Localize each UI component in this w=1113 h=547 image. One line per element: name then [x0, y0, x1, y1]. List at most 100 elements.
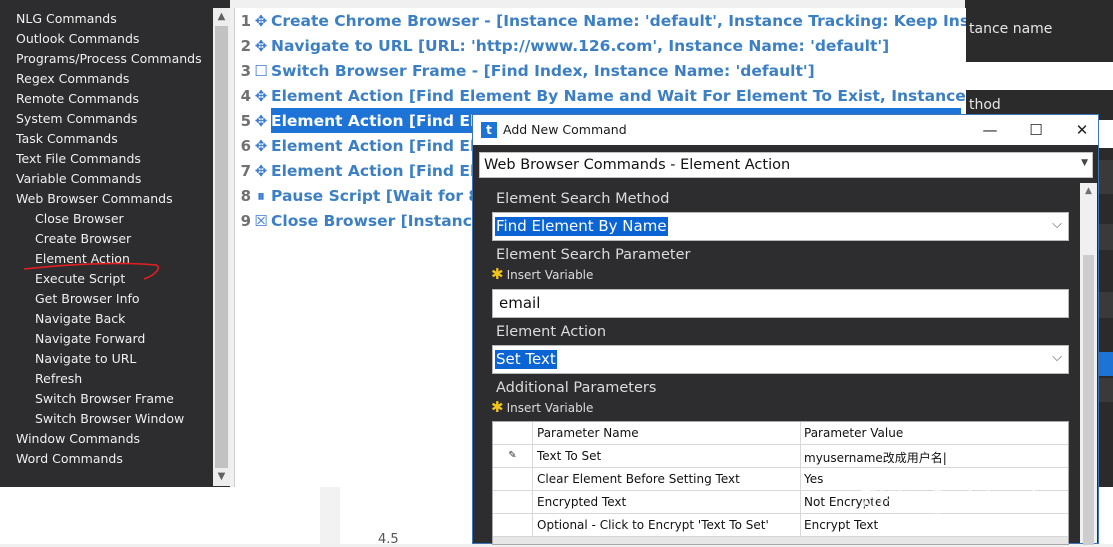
tree-item[interactable]: Navigate Back [0, 309, 212, 329]
tree-item[interactable]: Switch Browser Window [0, 409, 212, 429]
scroll-down-icon[interactable]: ▼ [213, 468, 230, 485]
tree-item[interactable]: Close Browser [0, 209, 212, 229]
line-number: 8 [240, 187, 251, 205]
maximize-button[interactable]: ☐ [1013, 118, 1059, 142]
chevron-down-icon: ⌵ [1052, 217, 1062, 232]
browser-action-icon: ✥ [254, 37, 268, 55]
line-number: 1 [240, 12, 251, 30]
script-row-text: Element Action [Find Elem [271, 162, 502, 180]
app-logo-icon: t [481, 122, 497, 138]
line-number: 4 [240, 87, 251, 105]
browser-action-icon: ✥ [254, 12, 268, 30]
edit-pencil-icon: ✎ [493, 445, 533, 468]
minimize-button[interactable]: — [967, 118, 1013, 142]
close-browser-icon: ☒ [254, 212, 268, 230]
scroll-thumb[interactable] [215, 26, 228, 468]
star-icon: ✱ [491, 398, 504, 416]
row-header-cell [493, 422, 533, 445]
script-row[interactable]: 2 ✥ Navigate to URL [URL: 'http://www.126.… [235, 33, 966, 58]
tree-item[interactable]: Task Commands [0, 129, 212, 149]
instance-name-field[interactable] [965, 62, 1113, 90]
column-header-parameter-value[interactable]: Parameter Value [804, 426, 1064, 440]
scroll-up-icon[interactable]: ▲ [213, 8, 230, 25]
grid-row[interactable]: ✎ Text To Set myusername改成用户名| [493, 445, 1068, 468]
additional-parameters-label: Additional Parameters [496, 380, 657, 396]
tree-item[interactable]: System Commands [0, 109, 212, 129]
script-row-text: Element Action [Find Elem [271, 112, 502, 130]
script-row-text: Create Chrome Browser - [Instance Name: … [271, 12, 966, 30]
tree-item[interactable]: Web Browser Commands [0, 189, 212, 209]
parameter-name-cell: Clear Element Before Setting Text [537, 472, 740, 486]
tree-item[interactable]: Outlook Commands [0, 29, 212, 49]
row-header-cell [493, 491, 533, 514]
tree-item[interactable]: Create Browser [0, 229, 212, 249]
instance-name-label: tance name [969, 21, 1053, 37]
background-page-gutter [320, 487, 340, 544]
insert-variable-link[interactable]: ✱ Insert Variable [491, 398, 593, 416]
line-number: 3 [240, 62, 251, 80]
search-method-combo[interactable]: Find Element By Name ⌵ [492, 212, 1069, 241]
star-icon: ✱ [491, 265, 504, 283]
parameter-name-cell: Text To Set [537, 449, 602, 463]
grid-header-row: Parameter Name Parameter Value [493, 422, 1068, 445]
line-number: 2 [240, 37, 251, 55]
command-tree-list: NLG Commands Outlook Commands Programs/Pro… [0, 9, 212, 469]
tree-item[interactable]: Word Commands [0, 449, 212, 469]
search-parameter-label: Element Search Parameter [496, 247, 691, 263]
command-type-select[interactable]: Web Browser Commands - Element Action ▼ [479, 152, 1093, 178]
tree-item[interactable]: NLG Commands [0, 9, 212, 29]
scroll-thumb[interactable] [1083, 255, 1094, 545]
dialog-scrollbar[interactable]: ▲ [1080, 183, 1097, 545]
browser-action-icon: ✥ [254, 137, 268, 155]
tree-item[interactable]: Switch Browser Frame [0, 389, 212, 409]
frame-icon: ☐ [254, 62, 268, 80]
browser-action-icon: ✥ [254, 112, 268, 130]
script-row-text: Navigate to URL [URL: 'http://www.126.co… [271, 37, 890, 55]
background-page-number: 4.5 [378, 532, 399, 547]
search-method-label: Element Search Method [496, 191, 670, 207]
element-action-label: Element Action [496, 324, 607, 340]
search-method-label: thod [969, 97, 1001, 113]
script-row[interactable]: 4 ✥ Element Action [Find Element By Name a… [235, 83, 966, 108]
line-number: 7 [240, 162, 251, 180]
chevron-down-icon: ▼ [1081, 158, 1088, 168]
parameter-value-cell[interactable]: myusername改成用户名| [804, 449, 1064, 466]
scroll-up-icon[interactable]: ▲ [1080, 183, 1097, 200]
grid-row[interactable]: Optional - Click to Encrypt 'Text To Set… [493, 514, 1068, 537]
tree-item[interactable]: Regex Commands [0, 69, 212, 89]
tree-item[interactable]: Remote Commands [0, 89, 212, 109]
script-row-text: Switch Browser Frame - [Find Index, Inst… [271, 62, 815, 80]
script-row[interactable]: 3 ☐ Switch Browser Frame - [Find Index, In… [235, 58, 966, 83]
dialog-titlebar[interactable]: t Add New Command — ☐ ✕ [473, 115, 1098, 145]
tree-item[interactable]: Variable Commands [0, 169, 212, 189]
column-header-parameter-name[interactable]: Parameter Name [537, 426, 799, 440]
close-button[interactable]: ✕ [1059, 118, 1105, 142]
browser-action-icon: ✥ [254, 87, 268, 105]
tree-item[interactable]: Navigate to URL [0, 349, 212, 369]
tree-item[interactable]: Get Browser Info [0, 289, 212, 309]
search-parameter-input[interactable]: email [492, 289, 1069, 318]
parameter-name-cell: Encrypted Text [537, 495, 627, 509]
column-separator [800, 514, 801, 537]
parameter-value-cell[interactable]: Encrypt Text [804, 518, 1064, 532]
chevron-down-icon: ⌵ [1052, 350, 1062, 365]
tree-item[interactable]: Text File Commands [0, 149, 212, 169]
script-row-text: Element Action [Find Element By Name and… [271, 87, 966, 105]
element-action-combo[interactable]: Set Text ⌵ [492, 345, 1069, 374]
line-number: 6 [240, 137, 251, 155]
script-row[interactable]: 1 ✥ Create Chrome Browser - [Instance Name… [235, 8, 966, 33]
row-header-cell [493, 468, 533, 491]
command-tree: NLG Commands Outlook Commands Programs/Pro… [0, 0, 230, 487]
panel-accent [1097, 352, 1113, 376]
row-header-cell [493, 514, 533, 537]
element-action-value: Set Text [495, 350, 557, 369]
command-tree-scrollbar[interactable]: ▲ ▼ [213, 8, 230, 486]
insert-variable-link[interactable]: ✱ Insert Variable [491, 265, 593, 283]
tree-item[interactable]: Programs/Process Commands [0, 49, 212, 69]
tree-item[interactable]: Window Commands [0, 429, 212, 449]
command-type-value: Web Browser Commands - Element Action [484, 157, 791, 173]
column-separator [800, 445, 801, 468]
column-separator [800, 468, 801, 491]
tree-item[interactable]: Refresh [0, 369, 212, 389]
tree-item[interactable]: Navigate Forward [0, 329, 212, 349]
